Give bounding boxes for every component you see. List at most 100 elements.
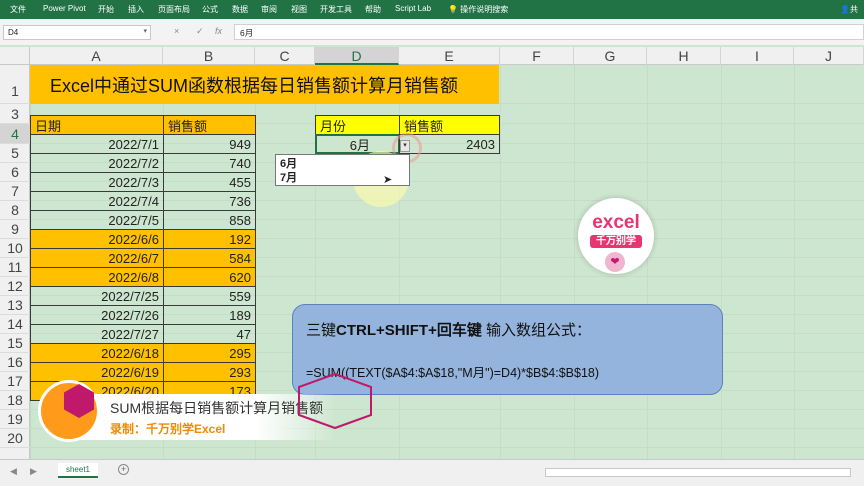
menu-script-lab[interactable]: Script Lab xyxy=(395,4,431,13)
tell-me-search[interactable]: 💡 操作说明搜索 xyxy=(448,4,508,15)
column-header[interactable]: B xyxy=(163,47,255,65)
row-header[interactable]: 17 xyxy=(0,372,30,391)
sales-cell[interactable]: 740 xyxy=(163,153,256,173)
menu-power-pivot[interactable]: Power Pivot xyxy=(43,4,86,13)
row-header[interactable]: 5 xyxy=(0,144,30,163)
sheet-tab[interactable]: sheet1 xyxy=(58,463,98,478)
menu-formulas[interactable]: 公式 xyxy=(202,4,218,15)
sales-cell[interactable]: 858 xyxy=(163,210,256,230)
row-header[interactable]: 3 xyxy=(0,104,30,124)
add-sheet-icon[interactable]: + xyxy=(118,464,129,475)
row-header[interactable]: 12 xyxy=(0,277,30,296)
date-cell[interactable]: 2022/6/8 xyxy=(30,267,164,287)
sales-cell[interactable]: 736 xyxy=(163,191,256,211)
sales-cell[interactable]: 455 xyxy=(163,172,256,192)
sales-cell[interactable]: 559 xyxy=(163,286,256,306)
sales-cell[interactable]: 620 xyxy=(163,267,256,287)
row-header[interactable]: 10 xyxy=(0,239,30,258)
tip-line-1: 三键CTRL+SHIFT+回车键 输入数组公式： xyxy=(306,319,591,340)
column-header[interactable]: H xyxy=(647,47,721,65)
column-header[interactable]: J xyxy=(794,47,864,65)
menu-developer[interactable]: 开发工具 xyxy=(320,4,352,15)
row-header[interactable]: 4 xyxy=(0,124,30,144)
date-cell[interactable]: 2022/7/1 xyxy=(30,134,164,154)
caption-title: SUM根据每日销售额计算月销售额 xyxy=(110,400,324,416)
heart-icon: ❤ xyxy=(605,252,625,272)
menu-file[interactable]: 文件 xyxy=(10,4,26,15)
row-header[interactable]: 13 xyxy=(0,296,30,315)
column-header[interactable]: A xyxy=(30,47,163,65)
date-cell[interactable]: 2022/7/26 xyxy=(30,305,164,325)
row-header[interactable]: 15 xyxy=(0,334,30,353)
sales-cell[interactable]: 584 xyxy=(163,248,256,268)
date-cell[interactable]: 2022/6/18 xyxy=(30,343,164,363)
name-box-value: D4 xyxy=(8,28,19,37)
fx-icon[interactable]: fx xyxy=(215,26,222,36)
column-header[interactable]: G xyxy=(574,47,647,65)
date-cell[interactable]: 2022/6/7 xyxy=(30,248,164,268)
date-cell[interactable]: 2022/7/3 xyxy=(30,172,164,192)
menu-help[interactable]: 帮助 xyxy=(365,4,381,15)
menu-insert[interactable]: 插入 xyxy=(128,4,144,15)
chevron-down-icon: ▾ xyxy=(403,142,407,149)
header-sales[interactable]: 销售额 xyxy=(163,115,256,135)
dropdown-arrow-button[interactable]: ▾ xyxy=(400,140,410,152)
menu-home[interactable]: 开始 xyxy=(98,4,114,15)
row-header[interactable]: 14 xyxy=(0,315,30,334)
sales-cell[interactable]: 189 xyxy=(163,305,256,325)
sheet-title[interactable]: Excel中通过SUM函数根据每日销售额计算月销售额 xyxy=(30,65,499,104)
date-cell[interactable]: 2022/7/5 xyxy=(30,210,164,230)
lightbulb-icon: 💡 xyxy=(448,5,458,14)
horizontal-scrollbar[interactable] xyxy=(545,468,851,477)
caption-subtitle: 录制：千万别学Excel xyxy=(110,422,226,436)
logo-subtext: 千万别学 xyxy=(590,235,642,248)
date-cell[interactable]: 2022/7/2 xyxy=(30,153,164,173)
scroll-right-icon[interactable]: ▶ xyxy=(30,466,37,477)
date-cell[interactable]: 2022/6/6 xyxy=(30,229,164,249)
row-header[interactable]: 18 xyxy=(0,391,30,410)
row-header[interactable]: 16 xyxy=(0,353,30,372)
hexagon-outline-icon xyxy=(298,372,372,430)
row-header[interactable]: 8 xyxy=(0,201,30,220)
date-cell[interactable]: 2022/7/27 xyxy=(30,324,164,344)
date-cell[interactable]: 2022/7/4 xyxy=(30,191,164,211)
share-button[interactable]: 👤共 xyxy=(840,4,858,15)
gridline xyxy=(647,65,648,459)
row-header[interactable]: 9 xyxy=(0,220,30,239)
column-header[interactable]: F xyxy=(500,47,574,65)
sheet-tab-bar: ◀ ▶ sheet1 + xyxy=(0,459,864,486)
menu-review[interactable]: 审阅 xyxy=(261,4,277,15)
column-header[interactable]: C xyxy=(255,47,315,65)
ribbon-menu-bar: 文件 Power Pivot 开始 插入 页面布局 公式 数据 审阅 视图 开发… xyxy=(0,0,864,19)
row-header[interactable]: 11 xyxy=(0,258,30,277)
column-header-selected[interactable]: D xyxy=(315,47,399,65)
name-box[interactable]: D4 ▾ xyxy=(3,25,151,40)
sales-cell[interactable]: 293 xyxy=(163,362,256,382)
sales-cell[interactable]: 47 xyxy=(163,324,256,344)
menu-page-layout[interactable]: 页面布局 xyxy=(158,4,190,15)
header-date[interactable]: 日期 xyxy=(30,115,164,135)
row-header[interactable]: 1 xyxy=(0,65,30,104)
dropdown-option[interactable]: 6月 xyxy=(280,157,405,171)
column-header[interactable]: I xyxy=(721,47,794,65)
menu-view[interactable]: 视图 xyxy=(291,4,307,15)
menu-data[interactable]: 数据 xyxy=(232,4,248,15)
row-header[interactable]: 20 xyxy=(0,429,30,448)
scroll-left-icon[interactable]: ◀ xyxy=(10,466,17,477)
date-cell[interactable]: 2022/7/25 xyxy=(30,286,164,306)
column-header[interactable]: E xyxy=(399,47,500,65)
date-cell[interactable]: 2022/6/19 xyxy=(30,362,164,382)
sales-cell[interactable]: 295 xyxy=(163,343,256,363)
row-header[interactable]: 6 xyxy=(0,163,30,182)
row-header[interactable]: 19 xyxy=(0,410,30,429)
formula-input[interactable]: 6月 xyxy=(234,24,864,40)
sales-cell[interactable]: 949 xyxy=(163,134,256,154)
summary-header-sales[interactable]: 销售额 xyxy=(399,115,500,135)
chevron-down-icon[interactable]: ▾ xyxy=(143,27,147,35)
select-all-corner[interactable] xyxy=(0,47,30,65)
cancel-icon[interactable]: × xyxy=(174,26,179,36)
summary-header-month[interactable]: 月份 xyxy=(315,115,400,135)
row-header[interactable]: 7 xyxy=(0,182,30,201)
confirm-icon[interactable]: ✓ xyxy=(196,26,204,37)
sales-cell[interactable]: 192 xyxy=(163,229,256,249)
